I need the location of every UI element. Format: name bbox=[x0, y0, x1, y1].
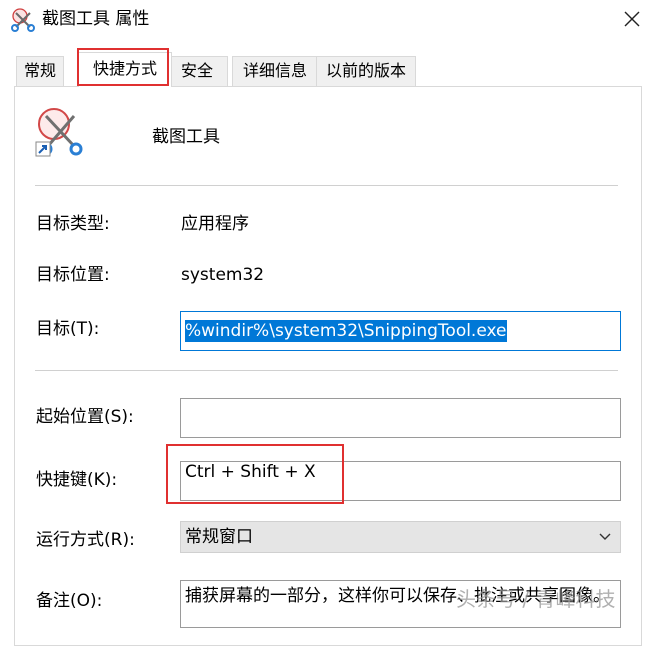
run-select[interactable]: 常规窗口 bbox=[180, 521, 621, 553]
comment-label: 备注(O): bbox=[36, 591, 103, 611]
target-location-value: system32 bbox=[181, 265, 265, 285]
target-type-label: 目标类型: bbox=[36, 214, 110, 234]
close-button[interactable] bbox=[612, 2, 652, 36]
hotkey-label: 快捷键(K): bbox=[36, 470, 118, 490]
hotkey-annotation-box bbox=[166, 444, 344, 504]
start-in-label: 起始位置(S): bbox=[36, 407, 134, 427]
target-type-value: 应用程序 bbox=[181, 214, 249, 234]
target-input[interactable]: %windir%\system32\SnippingTool.exe bbox=[180, 311, 621, 351]
tab-details[interactable]: 详细信息 bbox=[232, 56, 318, 86]
tab-security[interactable]: 安全 bbox=[166, 56, 228, 86]
start-in-input[interactable] bbox=[180, 398, 621, 438]
shortcut-panel bbox=[14, 86, 642, 646]
window-title: 截图工具 属性 bbox=[42, 9, 150, 29]
target-value: %windir%\system32\SnippingTool.exe bbox=[185, 320, 507, 342]
tab-previous-versions[interactable]: 以前的版本 bbox=[316, 56, 416, 86]
close-icon bbox=[624, 11, 640, 27]
watermark: 头条号 / 青峰科技 bbox=[456, 587, 616, 611]
target-location-label: 目标位置: bbox=[36, 265, 110, 285]
target-label: 目标(T): bbox=[36, 319, 100, 339]
chevron-down-icon bbox=[599, 533, 611, 540]
tab-general[interactable]: 常规 bbox=[16, 56, 64, 86]
snipping-tool-scissors-icon bbox=[35, 108, 83, 157]
tab-annotation-box bbox=[77, 48, 169, 86]
run-value: 常规窗口 bbox=[185, 527, 253, 547]
title-bar: 截图工具 属性 bbox=[0, 0, 656, 40]
divider bbox=[35, 370, 618, 371]
divider bbox=[35, 185, 618, 186]
app-name: 截图工具 bbox=[152, 127, 220, 147]
run-label: 运行方式(R): bbox=[36, 530, 135, 550]
snipping-tool-icon bbox=[11, 8, 35, 32]
